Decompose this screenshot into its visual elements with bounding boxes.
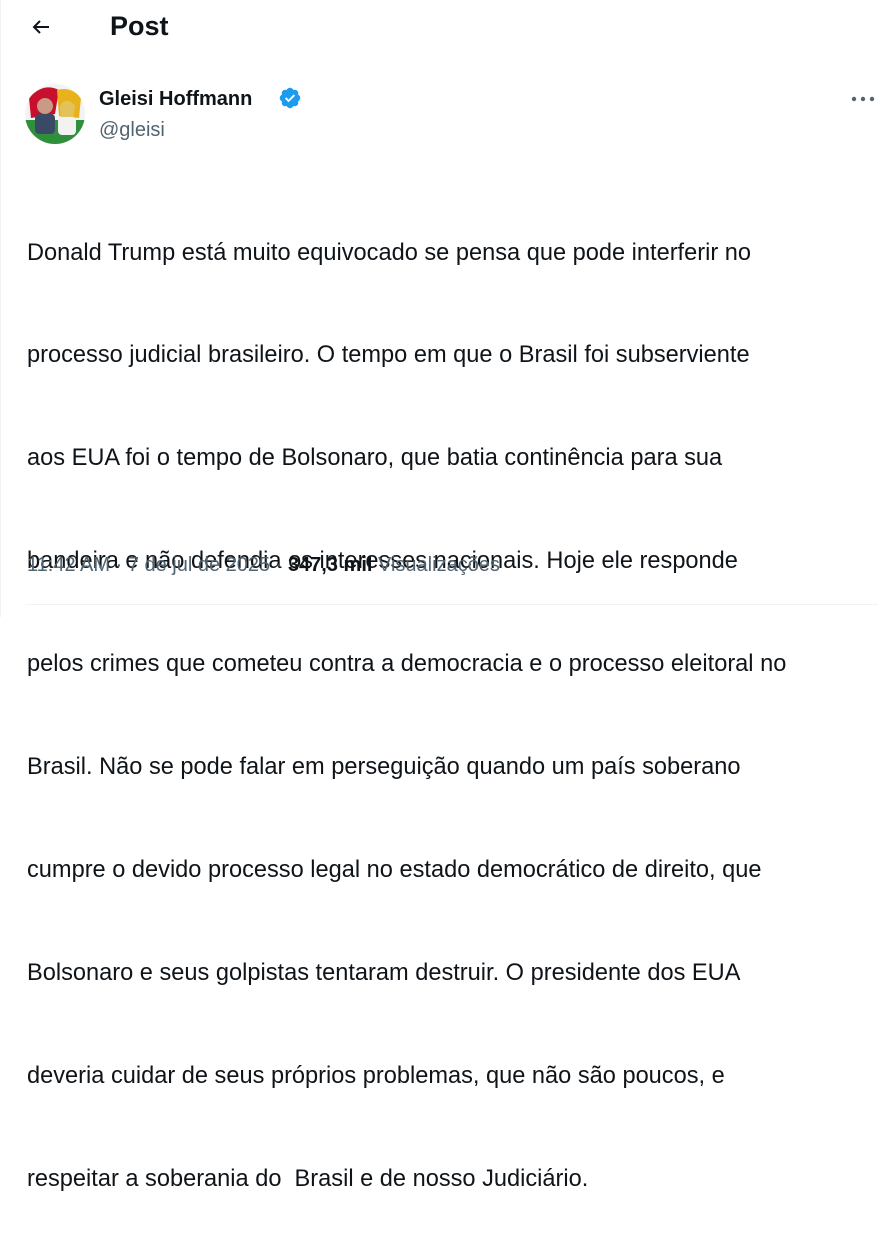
post-time-link[interactable]: 11:42 AM · 7 de jul de 2025 [27,554,270,576]
arrow-left-icon [32,20,49,34]
avatar-photo [25,84,85,144]
post-text: Donald Trump está muito equivocado se pe… [27,167,887,1234]
back-button[interactable] [22,8,60,46]
left-border [0,0,1,617]
post-text-line: cumpre o devido processo legal no estado… [27,856,762,883]
post-text-line: Donald Trump está muito equivocado se pe… [27,239,751,266]
more-horizontal-icon [851,96,875,102]
post-text-line: Brasil. Não se pode falar em perseguição… [27,754,741,781]
post-time: 11:42 AM [27,554,111,576]
meta-separator: · [110,554,128,576]
views-count: 347,3 mil [287,554,373,576]
views-link[interactable]: 347,3 mil Visualizações [288,554,500,576]
page-header: Post [0,0,892,53]
post-text-line: pelos crimes que cometeu contra a democr… [27,651,787,678]
post-text-line: respeitar a soberania do Brasil e de nos… [27,1165,589,1192]
avatar[interactable] [25,84,85,144]
post-text-line: aos EUA foi o tempo de Bolsonaro, que ba… [27,445,723,472]
more-options-button[interactable] [846,85,880,113]
page-title: Post [110,11,169,41]
meta-separator: · [270,554,288,576]
post-date: 7 de jul de 2025 [127,554,271,576]
verified-badge-icon [279,87,301,109]
post-page: Post Gleisi Hoffmann @gleisi Donald Trum… [0,0,892,1192]
post-text-line: processo judicial brasileiro. O tempo em… [27,342,750,369]
author-handle[interactable]: @gleisi [99,117,165,143]
post-text-line: deveria cuidar de seus próprios problema… [27,1062,725,1089]
divider [25,604,878,605]
author-name[interactable]: Gleisi Hoffmann [99,86,252,112]
post-text-line: Bolsonaro e seus golpistas tentaram dest… [27,959,741,986]
post-metadata: 11:42 AM · 7 de jul de 2025 · 347,3 mil … [27,551,500,579]
views-label: Visualizações [372,554,500,576]
